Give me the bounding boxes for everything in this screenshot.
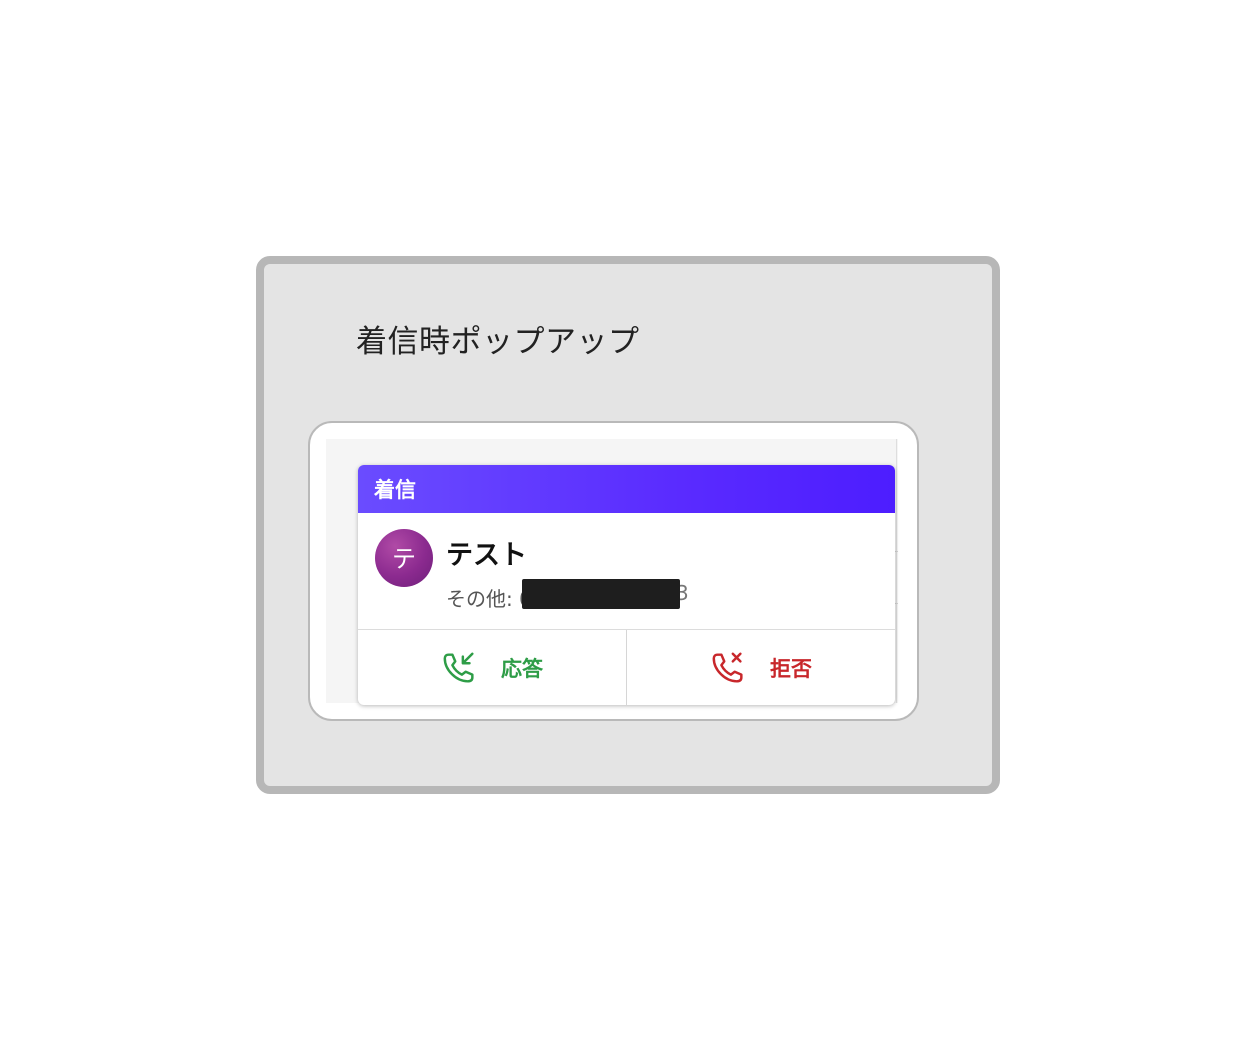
reject-button[interactable]: 拒否 [626,630,895,705]
answer-label: 応答 [501,657,543,681]
redaction-block [522,579,680,609]
caller-number-label: その他: 0 [446,587,532,611]
call-actions: 応答 拒否 [358,630,895,705]
answer-button[interactable]: 応答 [358,630,626,705]
phone-missed-icon [712,652,743,683]
avatar: テ [375,529,433,587]
phone-incoming-icon [443,652,474,683]
background-divider [896,439,897,703]
caller-info: テ テスト その他: 0 3 [358,513,895,630]
caller-name: テスト [446,540,527,571]
annotation-panel: 着信時ポップアップ 着信 テ テスト その他: 0 3 応答 拒否 [256,256,1000,794]
app-background: 着信 テ テスト その他: 0 3 応答 拒否 [326,439,898,705]
incoming-call-popup: 着信 テ テスト その他: 0 3 応答 拒否 [358,465,895,705]
reject-label: 拒否 [770,657,812,681]
panel-title: 着信時ポップアップ [356,324,640,360]
screenshot-frame: 着信 テ テスト その他: 0 3 応答 拒否 [308,421,919,721]
popup-header: 着信 [358,465,895,513]
